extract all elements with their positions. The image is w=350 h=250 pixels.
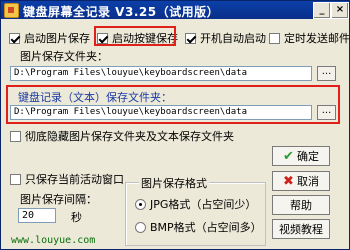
- check-icon: ✔: [283, 148, 294, 164]
- title-bar[interactable]: 键盘屏幕全记录 V3.25（试用版） _ ×: [1, 1, 349, 19]
- bmp-format-radio[interactable]: BMP格式（占空间多）: [135, 219, 262, 235]
- format-group-title: 图片保存格式: [139, 175, 209, 191]
- format-group: [125, 182, 266, 246]
- close-button[interactable]: ×: [331, 2, 349, 19]
- app-icon: [4, 3, 19, 18]
- checkbox-label: 只保存当前活动窗口: [25, 173, 124, 186]
- key-folder-browse-button[interactable]: ...: [317, 105, 336, 120]
- radio-dot[interactable]: [135, 221, 146, 233]
- image-folder-browse-button[interactable]: ...: [317, 66, 336, 81]
- active-window-only-checkbox[interactable]: 只保存当前活动窗口: [10, 171, 124, 187]
- checkbox-box[interactable]: [10, 173, 21, 185]
- interval-input[interactable]: 20: [18, 208, 56, 223]
- checkbox-label: 启动图片保存: [24, 32, 90, 45]
- hide-folders-checkbox[interactable]: 彻底隐藏图片保存文件夹及文本保存文件夹: [10, 128, 234, 144]
- radio-dot[interactable]: [135, 198, 146, 210]
- highlight-box: [94, 26, 176, 46]
- image-folder-input[interactable]: D:\Program Files\louyue\keyboardscreen\d…: [10, 66, 312, 81]
- key-folder-input[interactable]: D:\Program Files\louyue\keyboardscreen\d…: [10, 105, 312, 120]
- checkbox-label: 定时发送邮件: [284, 32, 350, 45]
- ok-button-label: 确定: [296, 150, 319, 163]
- window-title: 键盘屏幕全记录 V3.25（试用版）: [23, 5, 220, 19]
- checkbox-box[interactable]: [185, 32, 196, 44]
- ok-button[interactable]: ✔ 确定: [272, 146, 330, 166]
- video-tutorial-button[interactable]: 视频教程: [272, 219, 330, 239]
- jpg-format-radio[interactable]: JPG格式（占空间少）: [135, 196, 256, 212]
- minimize-button[interactable]: _: [313, 2, 331, 19]
- help-button[interactable]: 帮助: [272, 195, 330, 215]
- checkbox-box[interactable]: [9, 32, 20, 44]
- video-tutorial-button-label: 视频教程: [279, 223, 323, 236]
- auto-start-checkbox[interactable]: 开机自动启动: [185, 30, 266, 46]
- checkbox-box[interactable]: [10, 130, 21, 142]
- radio-label: BMP格式（占空间多）: [150, 221, 262, 234]
- cancel-icon: ✖: [283, 173, 294, 189]
- checkbox-label: 开机自动启动: [200, 32, 266, 45]
- main-window: 键盘屏幕全记录 V3.25（试用版） _ × 启动图片保存 启动按键保存 开机自…: [0, 0, 350, 250]
- enable-image-save-checkbox[interactable]: 启动图片保存: [9, 30, 90, 46]
- key-folder-label: 键盘记录（文本）保存文件夹：: [18, 91, 172, 104]
- interval-label: 图片保存间隔：: [20, 193, 97, 206]
- website-link[interactable]: www.louyue.com: [11, 235, 95, 246]
- cancel-button[interactable]: ✖ 取消: [272, 171, 330, 191]
- interval-unit: 秒: [71, 211, 82, 224]
- cancel-button-label: 取消: [296, 175, 319, 188]
- help-button-label: 帮助: [290, 199, 312, 212]
- image-folder-label: 图片保存文件夹：: [20, 50, 108, 63]
- checkbox-box[interactable]: [269, 32, 280, 44]
- radio-label: JPG格式（占空间少）: [150, 198, 257, 211]
- checkbox-label: 彻底隐藏图片保存文件夹及文本保存文件夹: [25, 130, 234, 143]
- timed-email-checkbox[interactable]: 定时发送邮件: [269, 30, 350, 46]
